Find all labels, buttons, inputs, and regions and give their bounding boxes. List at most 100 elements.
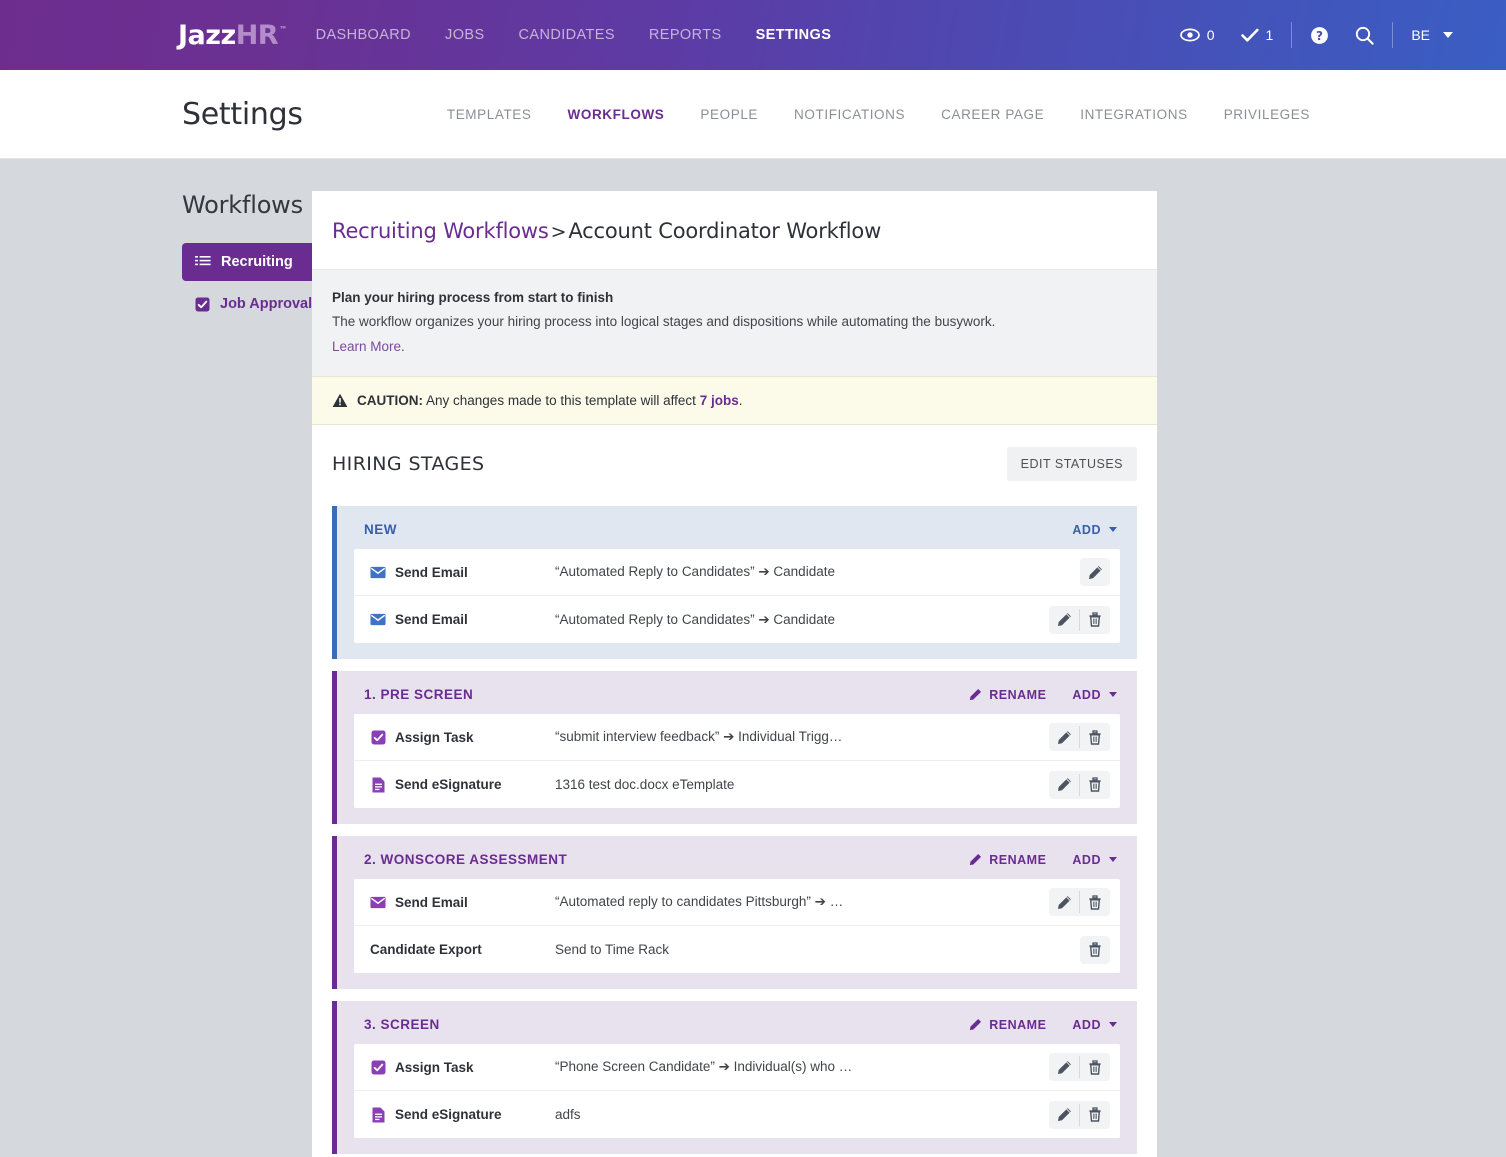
delete-row-button[interactable] (1080, 1101, 1110, 1129)
stage-name: 2. WONSCORE ASSESSMENT (364, 852, 567, 867)
search-button[interactable] (1342, 26, 1387, 45)
delete-row-button[interactable] (1080, 723, 1110, 751)
page-title: Settings (182, 97, 303, 132)
rename-stage-button[interactable]: RENAME (969, 853, 1046, 867)
pencil-icon (1057, 895, 1072, 910)
chevron-down-icon (1443, 32, 1453, 38)
delete-row-button[interactable] (1080, 606, 1110, 634)
edit-statuses-button[interactable]: EDIT STATUSES (1007, 447, 1137, 481)
nav-item-settings[interactable]: SETTINGS (756, 27, 832, 43)
stage-header: 2. WONSCORE ASSESSMENT RENAME ADD (354, 850, 1120, 867)
settings-header: Settings TEMPLATES WORKFLOWS PEOPLE NOTI… (0, 70, 1506, 159)
jazzhr-logo[interactable]: JazzHR™ (178, 20, 286, 51)
rename-stage-button[interactable]: RENAME (969, 688, 1046, 702)
row-buttons (1080, 936, 1110, 964)
rename-stage-button[interactable]: RENAME (969, 1018, 1046, 1032)
tasks-counter[interactable]: 1 (1228, 27, 1287, 43)
tab-workflows[interactable]: WORKFLOWS (568, 107, 665, 122)
pencil-icon (1057, 612, 1072, 627)
trash-icon (1088, 1060, 1102, 1075)
trash-icon (1088, 777, 1102, 792)
edit-row-button[interactable] (1049, 771, 1079, 799)
row-button-group (1049, 888, 1110, 916)
hiring-stages-section: HIRING STAGES EDIT STATUSES NEW ADD Send… (312, 425, 1157, 1157)
edit-row-button[interactable] (1049, 606, 1079, 634)
delete-row-button[interactable] (1080, 888, 1110, 916)
settings-tab-bar: TEMPLATES WORKFLOWS PEOPLE NOTIFICATIONS… (447, 107, 1310, 122)
rename-label: RENAME (989, 688, 1046, 702)
pencil-icon (1088, 565, 1103, 580)
rename-label: RENAME (989, 1018, 1046, 1032)
chevron-down-icon (1109, 1022, 1117, 1027)
stage-actions: RENAME ADD (969, 688, 1117, 702)
breadcrumb-separator: > (551, 221, 567, 243)
add-action-dropdown[interactable]: ADD (1072, 523, 1117, 537)
stage-header: 1. PRE SCREEN RENAME ADD (354, 685, 1120, 702)
stage-name: 3. SCREEN (364, 1017, 440, 1032)
nav-item-candidates[interactable]: CANDIDATES (519, 27, 615, 43)
eye-icon (1180, 28, 1200, 42)
top-bar-right-cluster: 0 1 ? BE (1167, 22, 1466, 48)
help-button[interactable]: ? (1297, 26, 1342, 45)
edit-row-button[interactable] (1049, 723, 1079, 751)
row-button-group (1049, 606, 1110, 634)
breadcrumb: Recruiting Workflows>Account Coordinator… (312, 191, 1157, 269)
rename-label: RENAME (989, 853, 1046, 867)
row-button-group (1080, 558, 1110, 586)
affected-jobs-link[interactable]: 7 jobs (700, 393, 739, 408)
tab-career-page[interactable]: CAREER PAGE (941, 107, 1044, 122)
breadcrumb-current: Account Coordinator Workflow (568, 219, 881, 243)
row-button-group (1049, 1053, 1110, 1081)
add-action-dropdown[interactable]: ADD (1072, 853, 1117, 867)
edit-row-button[interactable] (1080, 558, 1110, 586)
tab-templates[interactable]: TEMPLATES (447, 107, 532, 122)
user-menu[interactable]: BE (1398, 27, 1466, 43)
description-text: The workflow organizes your hiring proce… (332, 314, 1137, 329)
stage-rows: Send Email “Automated reply to candidate… (354, 879, 1120, 973)
learn-more-link[interactable]: Learn More (332, 339, 401, 354)
svg-text:?: ? (1316, 29, 1323, 43)
edit-row-button[interactable] (1049, 1053, 1079, 1081)
pencil-icon (969, 688, 982, 701)
edit-row-button[interactable] (1049, 888, 1079, 916)
checkbox-icon (195, 297, 210, 312)
row-buttons (1049, 771, 1110, 799)
delete-row-button[interactable] (1080, 771, 1110, 799)
learn-more-line: Learn More. (332, 339, 1137, 354)
chevron-down-icon (1109, 527, 1117, 532)
workflow-card: Recruiting Workflows>Account Coordinator… (312, 191, 1157, 1157)
envelope-icon (370, 896, 386, 909)
add-label: ADD (1072, 853, 1101, 867)
logo-trademark: ™ (279, 25, 287, 34)
stage-actions: RENAME ADD (969, 853, 1117, 867)
add-action-dropdown[interactable]: ADD (1072, 1018, 1117, 1032)
row-button-group (1049, 771, 1110, 799)
delete-row-button[interactable] (1080, 1053, 1110, 1081)
watching-counter[interactable]: 0 (1167, 27, 1228, 43)
add-action-dropdown[interactable]: ADD (1072, 688, 1117, 702)
trash-icon (1088, 730, 1102, 745)
nav-item-jobs[interactable]: JOBS (445, 27, 484, 43)
edit-row-button[interactable] (1049, 1101, 1079, 1129)
divider (1392, 22, 1393, 48)
tab-people[interactable]: PEOPLE (700, 107, 758, 122)
tab-integrations[interactable]: INTEGRATIONS (1080, 107, 1187, 122)
row-action-label: Send Email (395, 895, 555, 910)
caution-text: CAUTION: Any changes made to this templa… (357, 393, 742, 408)
tab-privileges[interactable]: PRIVILEGES (1224, 107, 1310, 122)
sidebar-heading: Workflows (182, 191, 312, 219)
stage-actions: RENAME ADD (969, 1018, 1117, 1032)
tasks-count: 1 (1266, 27, 1274, 43)
nav-item-reports[interactable]: REPORTS (649, 27, 722, 43)
caution-body: Any changes made to this template will a… (426, 393, 696, 408)
stage-name: 1. PRE SCREEN (364, 687, 473, 702)
breadcrumb-parent-link[interactable]: Recruiting Workflows (332, 219, 549, 243)
pencil-icon (1057, 777, 1072, 792)
stage-action-row: Send Email “Automated reply to candidate… (354, 879, 1120, 926)
row-button-group (1049, 1101, 1110, 1129)
tab-notifications[interactable]: NOTIFICATIONS (794, 107, 905, 122)
stage-action-row: Send Email “Automated Reply to Candidate… (354, 596, 1120, 643)
nav-item-dashboard[interactable]: DASHBOARD (316, 27, 411, 43)
delete-row-button[interactable] (1080, 936, 1110, 964)
row-action-detail: 1316 test doc.docx eTemplate (555, 777, 734, 792)
